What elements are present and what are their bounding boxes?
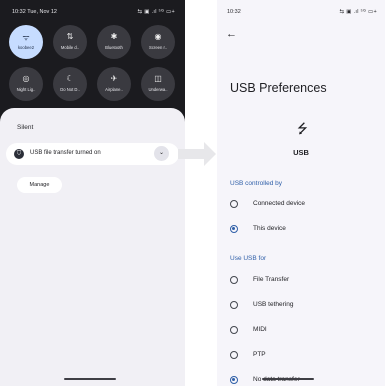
- camera-icon: ◫: [154, 74, 162, 83]
- status-bar: 10:32 Tue, Nov 12 ⇆ ▣ .ıl ⁵ᴳ ▭+: [12, 9, 175, 19]
- radio-button[interactable]: [230, 351, 238, 359]
- tile-label: Underwa..: [148, 87, 168, 92]
- night-light-icon: ◎: [22, 74, 30, 83]
- status-time: 10:32 Tue, Nov 12: [12, 9, 57, 15]
- wifi-icon: ᯤ: [22, 33, 30, 42]
- airplane-icon: ✈: [110, 74, 118, 83]
- option-midi[interactable]: MIDI: [217, 320, 385, 342]
- tile-underwater[interactable]: ◫ Underwa..: [141, 67, 175, 101]
- option-label: This device: [253, 225, 286, 232]
- notification-shade-screen: 10:32 Tue, Nov 12 ⇆ ▣ .ıl ⁵ᴳ ▭+ ᯤ koobee…: [0, 0, 185, 386]
- option-label: USB tethering: [253, 301, 294, 308]
- back-arrow-icon[interactable]: ←: [226, 28, 237, 40]
- section-title: Silent: [17, 124, 34, 131]
- tile-screen-record[interactable]: ◉ Screen r..: [141, 25, 175, 59]
- radio-button[interactable]: [230, 276, 238, 284]
- usb-notification[interactable]: ⛉ USB file transfer turned on ⌄: [6, 143, 179, 165]
- navigation-handle[interactable]: [262, 378, 314, 380]
- do-not-disturb-icon: ☾: [66, 74, 74, 83]
- option-label: MIDI: [253, 326, 267, 333]
- status-icons: ⇆ ▣ .ıl ⁵ᴳ ▭+: [339, 9, 377, 15]
- option-usb-tethering[interactable]: USB tethering: [217, 295, 385, 317]
- radio-button-checked[interactable]: [230, 225, 238, 233]
- transition-arrow-icon: [178, 142, 216, 166]
- radio-button-checked[interactable]: [230, 376, 238, 384]
- option-connected-device[interactable]: Connected device: [217, 194, 385, 216]
- radio-button[interactable]: [230, 301, 238, 309]
- notification-sheet: Silent ⛉ USB file transfer turned on ⌄ M…: [0, 108, 185, 386]
- option-label: PTP: [253, 351, 266, 358]
- controlled-by-header: USB controlled by: [230, 180, 283, 187]
- chevron-down-icon[interactable]: ⌄: [154, 146, 169, 161]
- tile-do-not-disturb[interactable]: ☾ Do Not D..: [53, 67, 87, 101]
- tile-airplane[interactable]: ✈ Airplane..: [97, 67, 131, 101]
- notification-text: USB file transfer turned on: [30, 150, 101, 156]
- tile-label: Screen r..: [149, 45, 167, 50]
- manage-button[interactable]: Manage: [17, 177, 62, 193]
- tile-night-light[interactable]: ◎ Night Lig..: [9, 67, 43, 101]
- option-ptp[interactable]: PTP: [217, 345, 385, 367]
- tile-mobile-data[interactable]: ⇅ Mobile d..: [53, 25, 87, 59]
- use-usb-for-header: Use USB for: [230, 255, 267, 262]
- navigation-handle[interactable]: [64, 378, 116, 380]
- bluetooth-icon: ✱: [110, 32, 118, 41]
- option-this-device[interactable]: This device: [217, 219, 385, 241]
- usb-icon: ⭍: [297, 121, 308, 136]
- tile-wifi[interactable]: ᯤ koobee2: [9, 25, 43, 59]
- tile-label: Mobile d..: [60, 45, 80, 50]
- radio-button[interactable]: [230, 326, 238, 334]
- page-title: USB Preferences: [230, 81, 327, 95]
- tile-bluetooth[interactable]: ✱ Bluetooth: [97, 25, 131, 59]
- usb-preferences-screen: 10:32 ⇆ ▣ .ıl ⁵ᴳ ▭+ ← USB Preferences ⭍ …: [217, 0, 385, 386]
- tile-label: Bluetooth: [105, 45, 123, 50]
- usb-label: USB: [293, 148, 309, 157]
- tile-label: Night Lig..: [16, 87, 36, 92]
- tile-label: Do Not D..: [60, 87, 80, 92]
- usb-icon: ⛉: [14, 149, 24, 159]
- radio-button[interactable]: [230, 200, 238, 208]
- option-label: Connected device: [253, 200, 306, 207]
- screen-record-icon: ◉: [154, 32, 162, 41]
- tile-label: koobee2: [17, 45, 35, 50]
- status-icons: ⇆ ▣ .ıl ⁵ᴳ ▭+: [137, 9, 175, 15]
- option-label: File Transfer: [253, 276, 290, 283]
- tile-label: Airplane..: [105, 87, 123, 92]
- mobile-data-icon: ⇅: [66, 32, 74, 41]
- status-time: 10:32: [227, 9, 241, 15]
- option-file-transfer[interactable]: File Transfer: [217, 270, 385, 292]
